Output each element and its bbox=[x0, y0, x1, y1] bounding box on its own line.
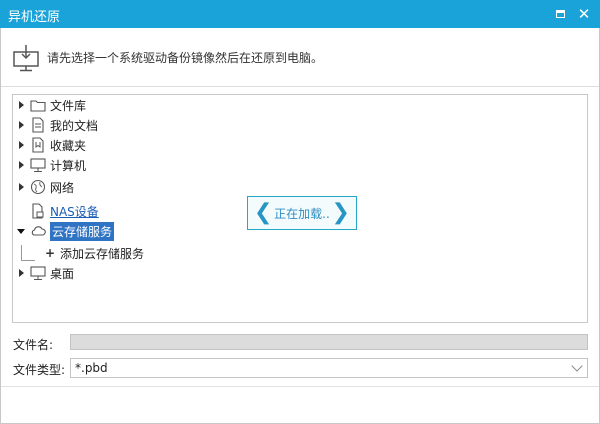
cloud-icon bbox=[29, 223, 47, 239]
tree-item-nas-device[interactable]: NAS设备 bbox=[13, 201, 99, 221]
tree-item-label: 计算机 bbox=[50, 158, 87, 173]
maximize-button[interactable] bbox=[550, 4, 570, 24]
tree-item-add-cloud-storage[interactable]: + 添加云存储服务 bbox=[43, 243, 144, 263]
monitor-download-icon bbox=[13, 45, 39, 72]
tree-connector-line bbox=[21, 245, 35, 261]
loading-indicator: ❮ 正在加载.. ❯ bbox=[247, 196, 357, 230]
filetype-label: 文件类型: bbox=[13, 363, 66, 377]
expand-arrow-icon[interactable] bbox=[15, 135, 27, 155]
tree-item-label: 桌面 bbox=[50, 266, 75, 281]
header-divider bbox=[1, 86, 599, 87]
tree-item-label: 文件库 bbox=[50, 98, 87, 113]
tree-item-network[interactable]: 网络 bbox=[13, 177, 74, 197]
filename-input[interactable] bbox=[70, 334, 588, 350]
filetype-value: *.pbd bbox=[75, 361, 108, 375]
chevron-left-icon: ❮ bbox=[254, 200, 273, 225]
folder-icon bbox=[29, 97, 47, 113]
expand-arrow-icon[interactable] bbox=[15, 177, 27, 197]
filetype-select[interactable]: *.pbd bbox=[70, 358, 588, 378]
tree-item-computer[interactable]: 计算机 bbox=[13, 155, 86, 175]
favorites-icon bbox=[29, 137, 47, 153]
computer-icon bbox=[29, 157, 47, 173]
close-button[interactable]: ✕ bbox=[574, 4, 594, 24]
title-bar: 异机还原 ✕ bbox=[0, 0, 600, 28]
footer-divider bbox=[1, 386, 599, 387]
tree-item-label: 网络 bbox=[50, 180, 75, 195]
close-icon: ✕ bbox=[577, 5, 591, 23]
nas-icon bbox=[29, 203, 47, 219]
file-tree[interactable]: 文件库 我的文档 收藏夹 计算机 网络 NAS设备 云存储服务 + 添加云存储服… bbox=[12, 94, 588, 323]
expand-arrow-placeholder bbox=[15, 201, 27, 221]
desktop-icon bbox=[29, 265, 47, 281]
instruction-text: 请先选择一个系统驱动备份镜像然后在还原到电脑。 bbox=[47, 51, 324, 65]
tree-item-label: 添加云存储服务 bbox=[60, 246, 145, 261]
document-icon bbox=[29, 117, 47, 133]
dialog-body: 请先选择一个系统驱动备份镜像然后在还原到电脑。 文件库 我的文档 收藏夹 计算机… bbox=[0, 28, 600, 424]
plus-icon: + bbox=[44, 246, 56, 260]
network-icon bbox=[29, 179, 47, 195]
tree-item-label: 我的文档 bbox=[50, 118, 99, 133]
maximize-icon bbox=[555, 10, 565, 18]
tree-item-desktop[interactable]: 桌面 bbox=[13, 263, 74, 283]
loading-text: 正在加载.. bbox=[274, 206, 330, 221]
expand-arrow-icon[interactable] bbox=[15, 155, 27, 175]
tree-item-label[interactable]: NAS设备 bbox=[50, 203, 99, 220]
tree-item-label: 收藏夹 bbox=[50, 138, 87, 153]
collapse-arrow-icon[interactable] bbox=[15, 221, 27, 241]
chevron-down-icon[interactable] bbox=[571, 360, 583, 372]
header: 请先选择一个系统驱动备份镜像然后在还原到电脑。 bbox=[1, 28, 599, 86]
window-title: 异机还原 bbox=[8, 10, 61, 25]
chevron-right-icon: ❯ bbox=[331, 200, 350, 225]
filename-label: 文件名: bbox=[13, 338, 54, 352]
expand-arrow-icon[interactable] bbox=[15, 263, 27, 283]
tree-item-favorites[interactable]: 收藏夹 bbox=[13, 135, 86, 155]
expand-arrow-icon[interactable] bbox=[15, 115, 27, 135]
tree-item-library[interactable]: 文件库 bbox=[13, 95, 86, 115]
expand-arrow-icon[interactable] bbox=[15, 95, 27, 115]
tree-item-label: 云存储服务 bbox=[50, 221, 115, 241]
tree-item-my-documents[interactable]: 我的文档 bbox=[13, 115, 98, 135]
tree-item-cloud-storage[interactable]: 云存储服务 bbox=[13, 221, 115, 241]
